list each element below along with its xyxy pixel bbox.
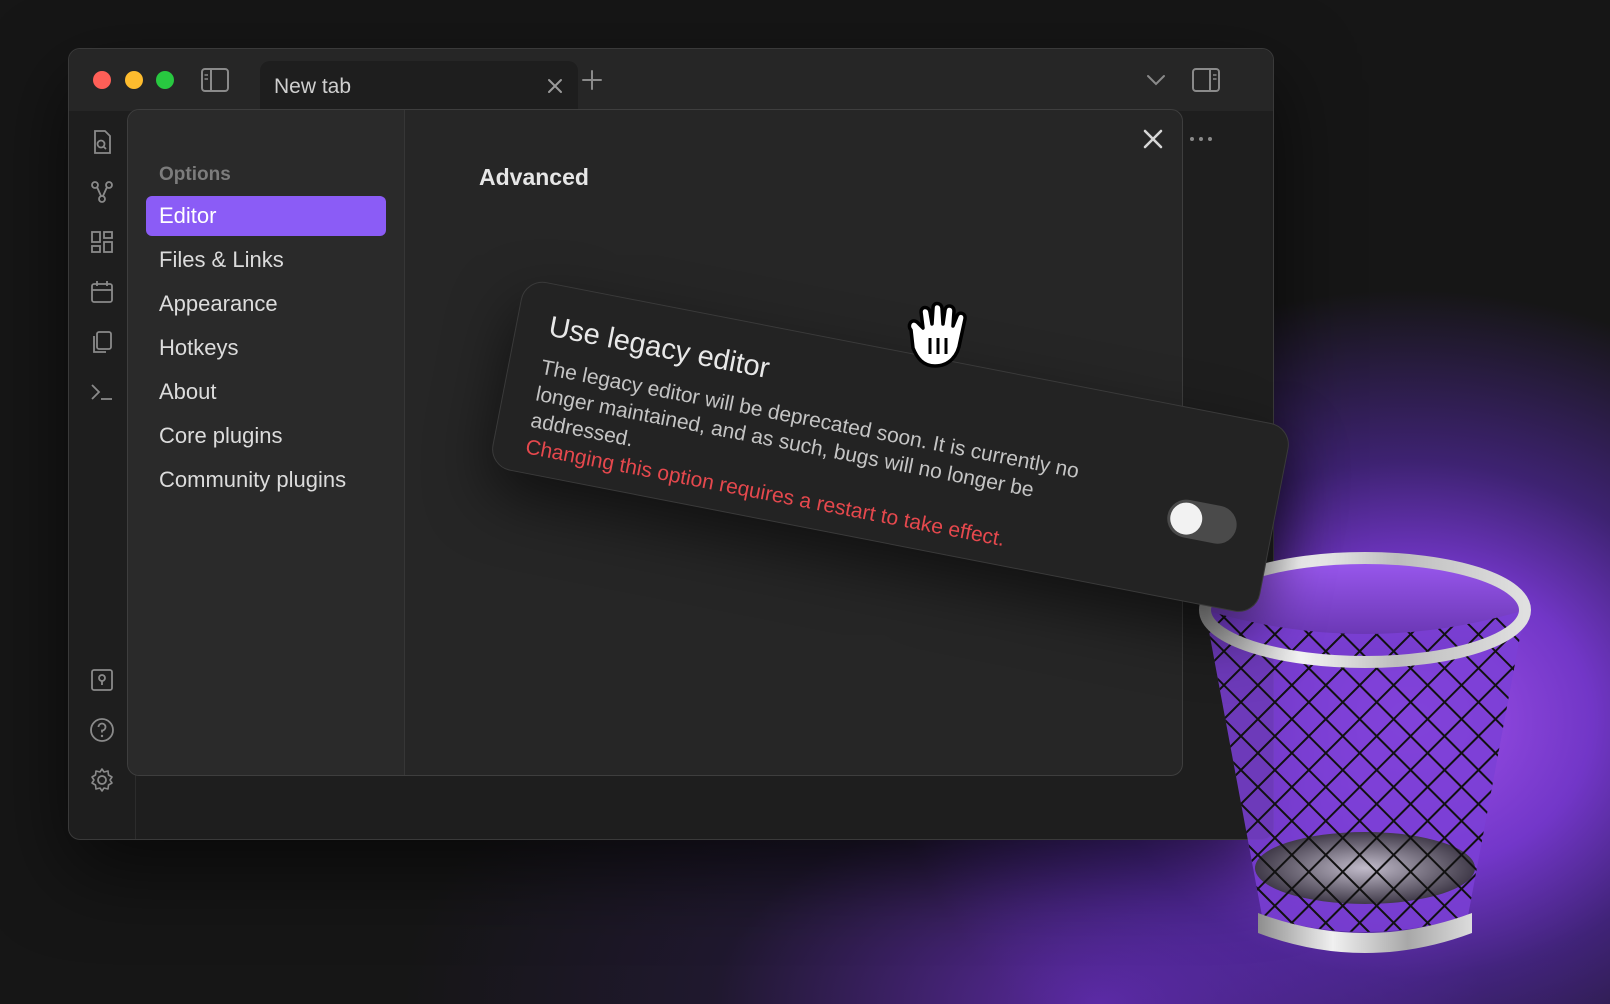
chevron-down-icon[interactable] bbox=[1146, 73, 1166, 92]
settings-icon[interactable] bbox=[89, 767, 115, 793]
sidebar-item-editor[interactable]: Editor bbox=[146, 196, 386, 236]
minimize-window-button[interactable] bbox=[125, 71, 143, 89]
grab-hand-cursor-icon bbox=[903, 300, 975, 377]
close-icon[interactable] bbox=[546, 77, 564, 100]
options-heading: Options bbox=[159, 164, 231, 185]
tab-new-tab[interactable]: New tab bbox=[260, 61, 578, 111]
close-icon[interactable] bbox=[1142, 128, 1164, 155]
help-icon[interactable] bbox=[89, 717, 115, 743]
right-sidebar-icon[interactable] bbox=[1191, 67, 1221, 98]
settings-sidebar: Options Editor Files & Links Appearance … bbox=[128, 110, 405, 775]
maximize-window-button[interactable] bbox=[156, 71, 174, 89]
left-ribbon bbox=[69, 111, 136, 839]
terminal-icon[interactable] bbox=[89, 379, 115, 405]
more-options-icon[interactable] bbox=[1189, 129, 1213, 147]
title-bar: New tab bbox=[69, 49, 1273, 111]
vault-icon[interactable] bbox=[89, 667, 115, 693]
legacy-editor-toggle[interactable] bbox=[1163, 496, 1240, 547]
sidebar-item-files-links[interactable]: Files & Links bbox=[146, 240, 386, 280]
trash-bin-icon bbox=[1190, 548, 1540, 983]
close-window-button[interactable] bbox=[93, 71, 111, 89]
copy-icon[interactable] bbox=[89, 329, 115, 355]
graph-icon[interactable] bbox=[89, 179, 115, 205]
sidebar-item-core-plugins[interactable]: Core plugins bbox=[146, 416, 386, 456]
search-file-icon[interactable] bbox=[89, 129, 115, 155]
plus-icon[interactable] bbox=[581, 69, 603, 96]
sidebar-toggle-icon[interactable] bbox=[200, 67, 230, 98]
dashboard-icon[interactable] bbox=[89, 229, 115, 255]
section-title: Advanced bbox=[479, 164, 589, 190]
sidebar-item-appearance[interactable]: Appearance bbox=[146, 284, 386, 324]
toggle-knob bbox=[1167, 499, 1206, 538]
sidebar-item-community-plugins[interactable]: Community plugins bbox=[146, 460, 386, 500]
tab-title: New tab bbox=[274, 75, 352, 98]
calendar-icon[interactable] bbox=[89, 279, 115, 305]
sidebar-item-hotkeys[interactable]: Hotkeys bbox=[146, 328, 386, 368]
sidebar-item-about[interactable]: About bbox=[146, 372, 386, 412]
